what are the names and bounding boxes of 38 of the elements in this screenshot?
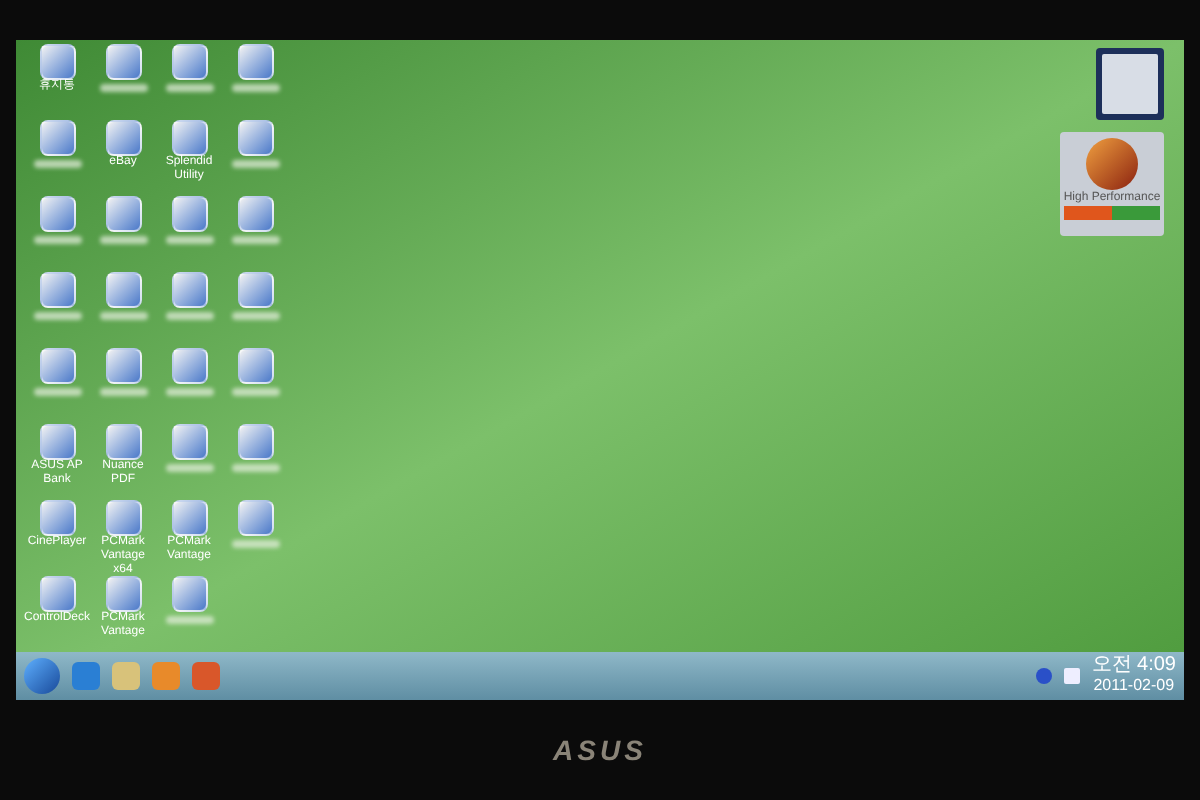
- app-icon[interactable]: [237, 424, 273, 460]
- app-icon[interactable]: [171, 44, 207, 80]
- app-icon[interactable]: [171, 272, 207, 308]
- app-icon[interactable]: [171, 576, 207, 612]
- app-icon[interactable]: [105, 272, 141, 308]
- app-icon[interactable]: [237, 120, 273, 156]
- app-icon[interactable]: [171, 424, 207, 460]
- app-icon[interactable]: [237, 348, 273, 384]
- app-icon[interactable]: [39, 424, 75, 460]
- app-icon[interactable]: [237, 44, 273, 80]
- clock-time: 오전 4:09: [1091, 656, 1176, 676]
- start-button[interactable]: [24, 658, 60, 694]
- tray-icon[interactable]: [1035, 668, 1052, 684]
- app-icon[interactable]: [237, 196, 273, 232]
- mode-bar: [1064, 206, 1160, 220]
- app-icon[interactable]: [105, 500, 141, 536]
- app-icon[interactable]: [171, 348, 207, 384]
- app-icon[interactable]: [105, 120, 141, 156]
- app-icon[interactable]: [171, 196, 207, 232]
- app-icon[interactable]: [237, 272, 273, 308]
- app-icon[interactable]: [237, 500, 273, 536]
- app-icon[interactable]: [39, 272, 75, 308]
- app-icon[interactable]: [105, 576, 141, 612]
- app-icon[interactable]: [39, 120, 75, 156]
- app-icon[interactable]: [105, 196, 141, 232]
- app-icon[interactable]: [171, 120, 207, 156]
- monitor-logo: ASUS: [553, 731, 647, 769]
- app-icon[interactable]: [39, 348, 75, 384]
- app-icon[interactable]: [39, 44, 75, 80]
- app-icon[interactable]: [105, 44, 141, 80]
- app-icon[interactable]: [39, 576, 75, 612]
- app-icon[interactable]: [39, 196, 75, 232]
- clock[interactable]: 오전 4:09 2011-02-09: [1091, 656, 1176, 696]
- app-icon[interactable]: [105, 424, 141, 460]
- app-icon[interactable]: [39, 500, 75, 536]
- clock-date: 2011-02-09: [1093, 676, 1175, 696]
- app-icon[interactable]: [171, 500, 207, 536]
- app-icon[interactable]: [105, 348, 141, 384]
